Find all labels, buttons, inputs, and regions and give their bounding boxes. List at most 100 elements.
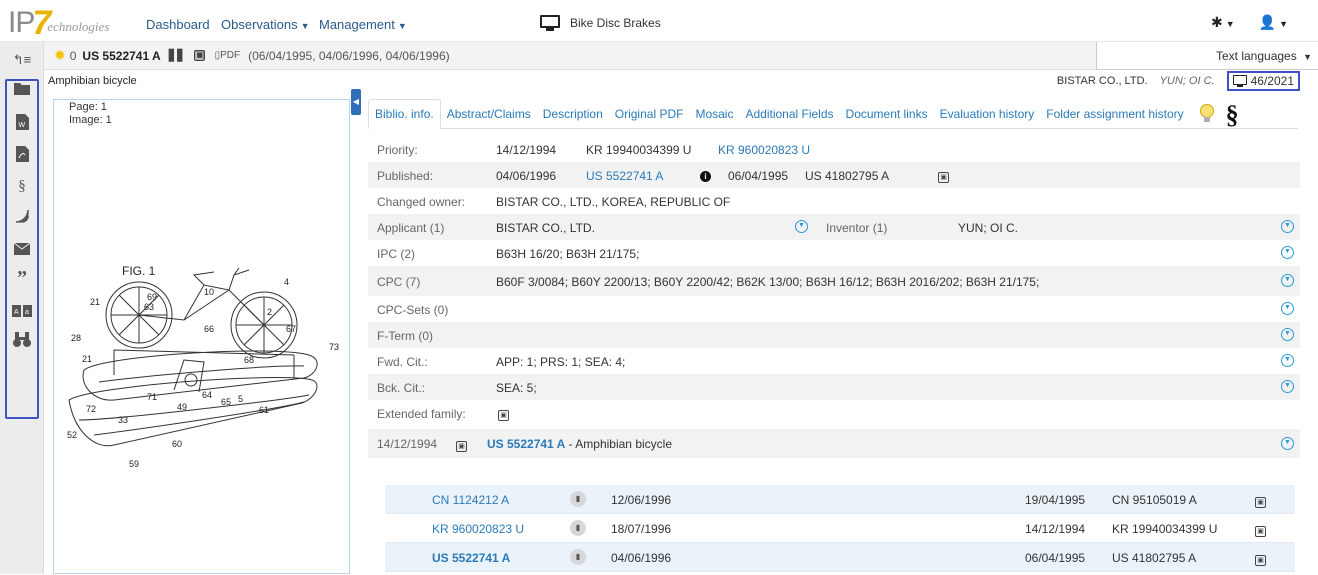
family-date: 14/12/1994 [377,437,438,451]
tab-folder-assignment-history[interactable]: Folder assignment history [1040,107,1189,128]
svg-text:59: 59 [129,459,139,469]
quote-icon[interactable]: ” [0,267,44,290]
tab-original-pdf[interactable]: Original PDF [609,107,690,128]
family-members-table: CN 1124212 A ▮ 12/06/1996 19/04/1995 CN … [385,485,1295,572]
family-member-link[interactable]: CN 1124212 A [432,493,509,507]
copy-icon[interactable]: ▋▋ [169,49,186,62]
table-row[interactable]: CN 1124212 A ▮ 12/06/1996 19/04/1995 CN … [385,485,1295,514]
rating-sun-icon[interactable]: ✹ [54,47,66,64]
priority-number-link[interactable]: KR 960020823 U [718,143,810,157]
family-icon[interactable]: ▣ [193,50,205,61]
pdf-circle-icon[interactable]: ▮ [570,549,586,565]
family-icon[interactable]: ▣ [1255,497,1266,508]
svg-text:65: 65 [221,397,231,407]
paragraph-icon[interactable]: § [0,178,44,195]
logo-ip-text: IP [8,6,35,39]
priority-label: Priority: [377,143,418,157]
current-folder-title[interactable]: Bike Disc Brakes [540,15,661,31]
caret-down-icon: ▼ [300,21,310,31]
tab-mosaic[interactable]: Mosaic [689,107,739,128]
family-member-link[interactable]: KR 960020823 U [432,522,524,536]
collapse-panel-icon[interactable]: ◀ [351,89,361,115]
expand-ipc-icon[interactable]: ▼ [1281,246,1294,259]
published-label: Published: [377,169,434,183]
info-icon[interactable]: i [700,171,711,182]
table-row[interactable]: US 5522741 A ▮ 04/06/1996 06/04/1995 US … [385,543,1295,572]
family-icon[interactable]: ▣ [1255,555,1266,566]
backward-citations-row: Bck. Cit.: SEA: 5; ▼ [368,374,1300,400]
svg-text:68: 68 [244,355,254,365]
family-title: - Amphibian bicycle [565,437,672,451]
word-doc-icon[interactable]: W [0,114,44,134]
drawing-viewer[interactable]: Page: 1 Image: 1 FIG. 1 4 21 69 63 10 2 … [53,99,350,574]
svg-text:4: 4 [284,277,289,287]
pdf-doc-icon[interactable] [0,146,44,166]
text-languages-label: Text languages [1216,49,1297,63]
legal-status-icon[interactable]: § [1226,100,1239,130]
translate-icon[interactable]: Aa [0,304,44,321]
nav-dashboard[interactable]: Dashboard [146,17,210,32]
tab-evaluation-history[interactable]: Evaluation history [934,107,1041,128]
pdf-circle-icon[interactable]: ▮ [570,520,586,536]
svg-text:2: 2 [267,307,272,317]
svg-text:49: 49 [177,402,187,412]
pdf-circle-icon[interactable]: ▮ [570,491,586,507]
pdf-link[interactable]: ▯PDF [215,50,241,61]
binoculars-icon[interactable] [0,332,44,351]
publication-date: 18/07/1996 [611,522,672,536]
tab-document-links[interactable]: Document links [840,107,934,128]
forward-citations-label: Fwd. Cit.: [377,355,428,369]
ipc-value: B63H 16/20; B63H 21/175; [496,247,640,261]
tab-abstract-claims[interactable]: Abstract/Claims [441,107,537,128]
expand-forward-citations-icon[interactable]: ▼ [1281,354,1294,367]
expand-inventor-icon[interactable]: ▼ [1281,220,1294,233]
table-row[interactable]: KR 960020823 U ▮ 18/07/1996 14/12/1994 K… [385,514,1295,543]
settings-gear-icon[interactable]: ✱ ▼ [1211,14,1235,31]
tab-biblio-info[interactable]: Biblio. info. [368,99,441,129]
nav-management[interactable]: Management ▼ [319,17,407,32]
cpc-sets-row: CPC-Sets (0) ▼ [368,296,1300,322]
extended-family-label: Extended family: [377,407,466,421]
signal-icon[interactable] [0,208,44,228]
publication-week-badge[interactable]: 46/2021 [1226,71,1300,91]
expand-cpc-icon[interactable]: ▼ [1281,274,1294,287]
priority-date: 14/12/1994 [496,143,557,157]
expand-backward-citations-icon[interactable]: ▼ [1281,380,1294,393]
family-icon[interactable]: ▣ [938,172,949,183]
svg-text:W: W [18,122,25,129]
left-toolbar: ↰≡ W § ” Aa [0,42,44,574]
user-menu-icon[interactable]: 👤 ▼ [1259,14,1288,31]
mail-icon[interactable] [0,242,44,259]
application-number: US 41802795 A [805,169,890,183]
application-number: CN 95105019 A [1112,493,1197,507]
svg-text:21: 21 [90,297,100,307]
text-languages-select[interactable]: Text languages ▼ [1096,42,1318,70]
family-number-link[interactable]: US 5522741 A [487,437,565,451]
publication-date: 12/06/1996 [611,493,672,507]
ip7-logo[interactable]: IP 7 echnologies [8,4,109,40]
family-icon[interactable]: ▣ [498,410,509,421]
header-applicant: BISTAR CO., LTD. [1056,75,1148,87]
tab-description[interactable]: Description [537,107,609,128]
family-member-link[interactable]: US 5522741 A [432,551,510,565]
lightbulb-icon[interactable] [1199,104,1214,122]
folder-icon[interactable] [0,82,44,99]
expand-applicant-icon[interactable]: ▼ [795,220,808,233]
application-date: 19/04/1995 [1025,493,1086,507]
forward-citations-value: APP: 1; PRS: 1; SEA: 4; [496,355,626,369]
family-group-row[interactable]: 14/12/1994 ▣ US 5522741 A - Amphibian bi… [368,429,1300,458]
expand-cpc-sets-icon[interactable]: ▼ [1281,302,1294,315]
expand-family-icon[interactable]: ▼ [1281,437,1294,450]
expand-fterm-icon[interactable]: ▼ [1281,328,1294,341]
nav-observations[interactable]: Observations ▼ [221,17,310,32]
document-tabs: Biblio. info. Abstract/Claims Descriptio… [368,99,1298,129]
back-list-icon[interactable]: ↰≡ [0,52,44,68]
fterm-row: F-Term (0) ▼ [368,322,1300,348]
fig-label: FIG. 1 [122,264,156,278]
published-number-link[interactable]: US 5522741 A [586,169,663,183]
family-icon[interactable]: ▣ [456,441,467,452]
svg-text:61: 61 [259,405,269,415]
family-icon[interactable]: ▣ [1255,526,1266,537]
tab-additional-fields[interactable]: Additional Fields [739,107,839,128]
biblio-table: Priority: 14/12/1994 KR 19940034399 U KR… [368,136,1300,458]
